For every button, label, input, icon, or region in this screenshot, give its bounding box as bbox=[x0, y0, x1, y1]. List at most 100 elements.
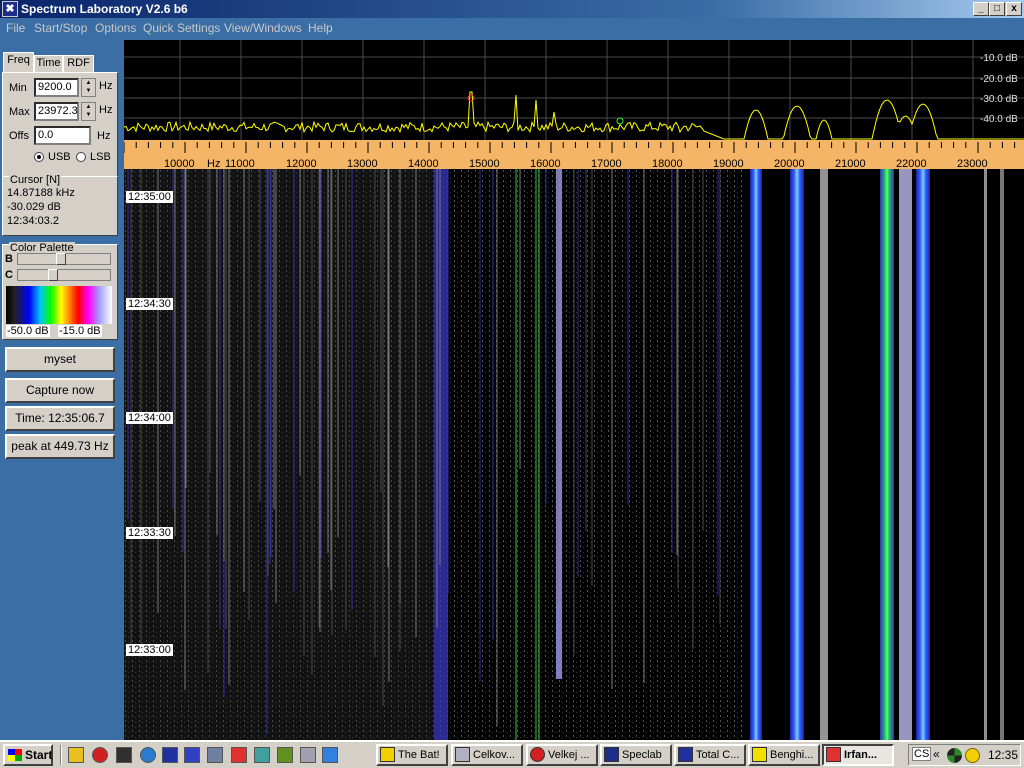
db-label-10: -10.0 dB bbox=[980, 53, 1018, 64]
freq-label-16000: 16000 bbox=[530, 158, 561, 169]
waterfall-display[interactable]: 12:35:00 12:34:30 12:34:00 12:33:30 12:3… bbox=[124, 169, 1024, 740]
language-indicator[interactable]: CS bbox=[912, 747, 932, 761]
quicklaunch-calc-icon[interactable] bbox=[184, 747, 200, 763]
min-label: Min bbox=[9, 82, 27, 94]
waterfall-image bbox=[124, 169, 1004, 740]
app-icon[interactable]: ✖ bbox=[2, 1, 18, 17]
freq-label-17000: 17000 bbox=[591, 158, 622, 169]
quicklaunch-chip-icon[interactable] bbox=[277, 747, 293, 763]
palette-max-db: -15.0 dB bbox=[58, 325, 102, 337]
the-bat-icon bbox=[380, 747, 395, 762]
quicklaunch-tool-icon[interactable] bbox=[207, 747, 223, 763]
task-irfanview[interactable]: Irfan... bbox=[822, 744, 894, 766]
task-speclab[interactable]: Speclab bbox=[600, 744, 672, 766]
clock[interactable]: 12:35 bbox=[988, 748, 1018, 762]
brightness-label: B bbox=[5, 253, 13, 265]
contrast-label: C bbox=[5, 269, 13, 281]
tray-smiley-icon[interactable] bbox=[965, 748, 980, 763]
brightness-slider[interactable] bbox=[17, 253, 111, 265]
task-label-irfanview: Irfan... bbox=[844, 749, 878, 761]
min-freq-input[interactable]: 9200.0 bbox=[34, 78, 79, 97]
quicklaunch-app-icon[interactable] bbox=[116, 747, 132, 763]
frequency-scale[interactable]: 10000 Hz 11000 12000 13000 14000 15000 1… bbox=[124, 140, 1024, 169]
task-celkov[interactable]: Celkov... bbox=[451, 744, 523, 766]
freq-label-13000: 13000 bbox=[347, 158, 378, 169]
quicklaunch-irfanview-icon[interactable] bbox=[231, 747, 247, 763]
menu-start-stop[interactable]: Start/Stop bbox=[34, 21, 87, 35]
capture-now-button[interactable]: Capture now bbox=[5, 378, 115, 403]
quicklaunch-opera-icon[interactable] bbox=[92, 747, 108, 763]
offset-input[interactable]: 0.0 bbox=[34, 126, 91, 145]
frequency-labels: 10000 Hz 11000 12000 13000 14000 15000 1… bbox=[164, 158, 988, 169]
quicklaunch-box-icon[interactable] bbox=[254, 747, 270, 763]
quicklaunch-glasses-icon[interactable] bbox=[68, 747, 84, 763]
freq-label-12000: 12000 bbox=[286, 158, 317, 169]
speclab-icon bbox=[604, 747, 619, 762]
freq-label-14000: 14000 bbox=[408, 158, 439, 169]
minimize-button[interactable]: _ bbox=[973, 2, 989, 16]
cursor-frequency: 14.87188 kHz bbox=[7, 187, 75, 199]
tab-time[interactable]: Time bbox=[34, 55, 63, 72]
max-freq-input[interactable]: 23972.3 bbox=[34, 102, 79, 121]
myset-button[interactable]: myset bbox=[5, 347, 115, 372]
freq-label-19000: 19000 bbox=[713, 158, 744, 169]
min-freq-spinner[interactable]: ▲ ▼ bbox=[81, 78, 96, 97]
peak-button[interactable]: peak at 449.73 Hz bbox=[5, 434, 115, 459]
contrast-slider[interactable] bbox=[17, 269, 111, 281]
quicklaunch-doc-icon[interactable] bbox=[300, 747, 316, 763]
control-panel: Freq Time RDF Min 9200.0 ▲ ▼ Hz Max 23972… bbox=[0, 40, 122, 740]
task-benghi[interactable]: Benghi... bbox=[748, 744, 820, 766]
freq-label-18000: 18000 bbox=[652, 158, 683, 169]
start-button[interactable]: Start bbox=[3, 744, 53, 766]
taskbar: Start The Bat! Celkov... Velkej ... Spec… bbox=[0, 740, 1024, 768]
maximize-button[interactable]: □ bbox=[989, 2, 1005, 16]
irfanview-icon bbox=[826, 747, 841, 762]
menu-view-windows[interactable]: View/Windows bbox=[224, 21, 302, 35]
quicklaunch-ie-icon[interactable] bbox=[140, 747, 156, 763]
freq-hz-label: Hz bbox=[207, 158, 220, 169]
taskbar-separator bbox=[60, 745, 62, 765]
db-label-30: -30.0 dB bbox=[980, 94, 1018, 105]
signal-line-23-7k bbox=[1000, 169, 1004, 740]
cursor-time: 12:34:03.2 bbox=[7, 215, 59, 227]
brightness-thumb[interactable] bbox=[56, 253, 66, 265]
contrast-thumb[interactable] bbox=[48, 269, 58, 281]
spectrum-grid bbox=[124, 40, 1024, 140]
menu-options[interactable]: Options bbox=[95, 21, 136, 35]
signal-band-20-2k bbox=[790, 169, 804, 740]
max-freq-spinner[interactable]: ▲ ▼ bbox=[81, 102, 96, 121]
freq-label-15000: 15000 bbox=[469, 158, 500, 169]
quicklaunch-save-icon[interactable] bbox=[162, 747, 178, 763]
db-label-40: -40.0 dB bbox=[980, 114, 1018, 125]
close-button[interactable]: x bbox=[1006, 2, 1022, 16]
task-label-celkov: Celkov... bbox=[473, 749, 515, 761]
task-label-the-bat: The Bat! bbox=[398, 749, 440, 761]
max-unit: Hz bbox=[99, 104, 113, 116]
lsb-radio[interactable] bbox=[76, 152, 86, 162]
time-label-1: 12:35:00 bbox=[126, 191, 173, 203]
usb-radio[interactable] bbox=[34, 152, 44, 162]
menu-quick-settings[interactable]: Quick Settings bbox=[143, 21, 220, 35]
signal-band-19-6k bbox=[750, 169, 762, 740]
frequency-ticks bbox=[124, 142, 1016, 153]
tray-network-icon[interactable] bbox=[947, 748, 962, 763]
task-total-commander[interactable]: Total C... bbox=[674, 744, 746, 766]
celkov-icon bbox=[455, 747, 470, 762]
menu-file[interactable]: File bbox=[6, 21, 25, 35]
spectrum-plot: -10.0 dB -20.0 dB -30.0 dB -40.0 dB bbox=[124, 40, 1024, 140]
tray-expand-arrows[interactable]: « bbox=[933, 747, 940, 761]
windows-logo-icon bbox=[8, 749, 22, 761]
signal-band-15k bbox=[434, 169, 448, 740]
signal-band-21-7k bbox=[880, 169, 894, 740]
spectrum-display[interactable]: -10.0 dB -20.0 dB -30.0 dB -40.0 dB bbox=[124, 40, 1024, 140]
task-the-bat[interactable]: The Bat! bbox=[376, 744, 448, 766]
quicklaunch-network-icon[interactable] bbox=[322, 747, 338, 763]
freq-label-21000: 21000 bbox=[835, 158, 866, 169]
tab-rdf[interactable]: RDF bbox=[63, 55, 94, 72]
tab-freq[interactable]: Freq bbox=[3, 52, 34, 72]
menu-help[interactable]: Help bbox=[308, 21, 333, 35]
time-button[interactable]: Time: 12:35:06.7 bbox=[5, 406, 115, 431]
task-velkej[interactable]: Velkej ... bbox=[526, 744, 598, 766]
palette-min-db: -50.0 dB bbox=[6, 325, 50, 337]
main-window: ✖ Spectrum Laboratory V2.6 b6 _ □ x File… bbox=[0, 0, 1024, 740]
